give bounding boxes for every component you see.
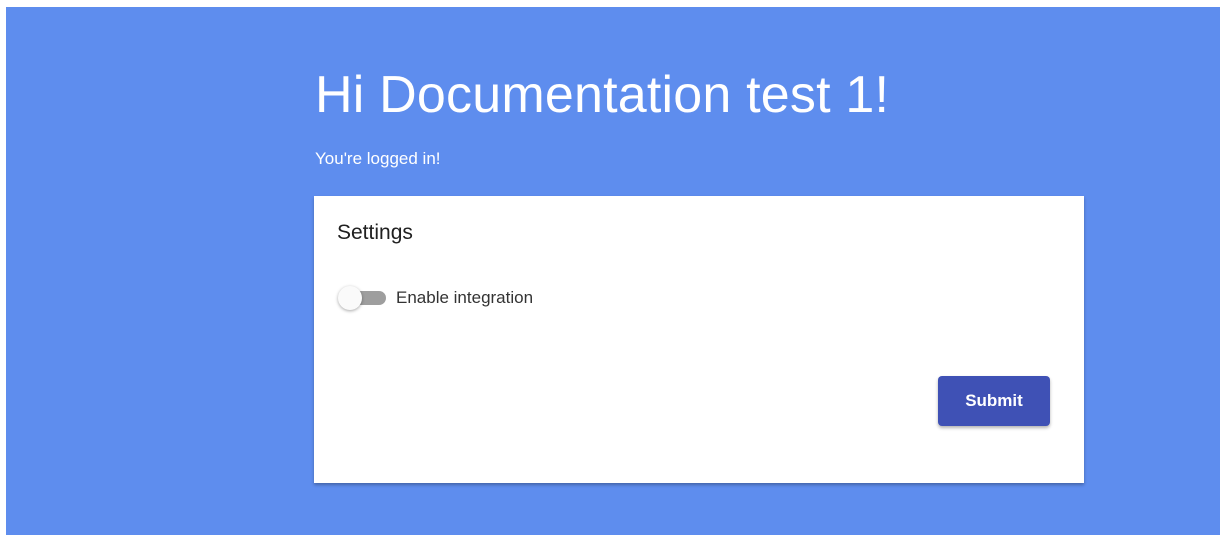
- enable-integration-switch[interactable]: [338, 285, 388, 311]
- enable-integration-toggle-row[interactable]: Enable integration: [338, 285, 533, 311]
- page-background: Hi Documentation test 1! You're logged i…: [6, 7, 1220, 535]
- settings-card: Settings Enable integration Submit: [314, 196, 1084, 483]
- greeting-title: Hi Documentation test 1!: [315, 66, 890, 124]
- login-status: You're logged in!: [315, 149, 441, 168]
- switch-thumb[interactable]: [338, 286, 362, 310]
- settings-title: Settings: [337, 221, 413, 244]
- submit-button[interactable]: Submit: [938, 376, 1050, 426]
- enable-integration-label: Enable integration: [396, 288, 534, 307]
